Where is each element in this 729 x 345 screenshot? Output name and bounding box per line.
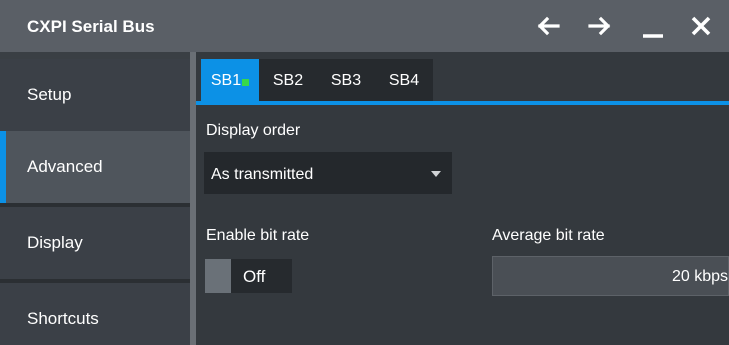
tab-underline [196,101,729,105]
tab-label: SB1 [210,72,242,89]
minimize-icon[interactable] [637,10,669,42]
sidebar-item-label: Display [27,233,83,252]
active-indicator [0,131,6,203]
sidebar-item-label: Advanced [27,157,103,176]
display-order-value: As transmitted [211,166,314,183]
display-order-label: Display order [206,122,301,139]
tab-bar: SB1 SB2 SB3 SB4 [196,59,729,101]
tab-label: SB3 [330,72,362,89]
tab-label: SB4 [388,72,420,89]
window-title: CXPI Serial Bus [27,17,155,36]
arrow-right-icon[interactable] [584,10,616,42]
toggle-knob [205,259,231,293]
tab-sb4[interactable]: SB4 [375,59,433,101]
close-icon[interactable] [685,10,717,42]
title-bar: CXPI Serial Bus [0,0,729,52]
settings-panel: SB1 SB2 SB3 SB4 Display order As transmi… [196,52,729,345]
average-bit-rate-label: Average bit rate [492,227,605,244]
sidebar-item-label: Setup [27,85,72,104]
enable-bit-rate-toggle[interactable]: Off [205,259,292,293]
tab-label: SB2 [272,72,304,89]
sidebar: Setup Advanced Display Shortcuts [0,52,190,345]
tab-sb2[interactable]: SB2 [259,59,317,101]
average-bit-rate-field[interactable]: 20 kbps [492,256,729,296]
sidebar-item-setup[interactable]: Setup [0,59,190,131]
sidebar-item-display[interactable]: Display [0,207,190,279]
sidebar-item-shortcuts[interactable]: Shortcuts [0,283,190,345]
enable-bit-rate-label: Enable bit rate [206,227,310,244]
tab-sb3[interactable]: SB3 [317,59,375,101]
sidebar-item-advanced[interactable]: Advanced [0,131,190,203]
sidebar-item-label: Shortcuts [27,309,99,328]
toggle-state: Off [243,267,266,286]
display-order-dropdown[interactable]: As transmitted [204,152,452,194]
tab-sb1[interactable]: SB1 [201,59,259,101]
average-bit-rate-value: 20 kbps [671,268,728,285]
arrow-left-icon[interactable] [532,10,564,42]
status-indicator [242,79,250,86]
chevron-down-icon [431,171,441,177]
